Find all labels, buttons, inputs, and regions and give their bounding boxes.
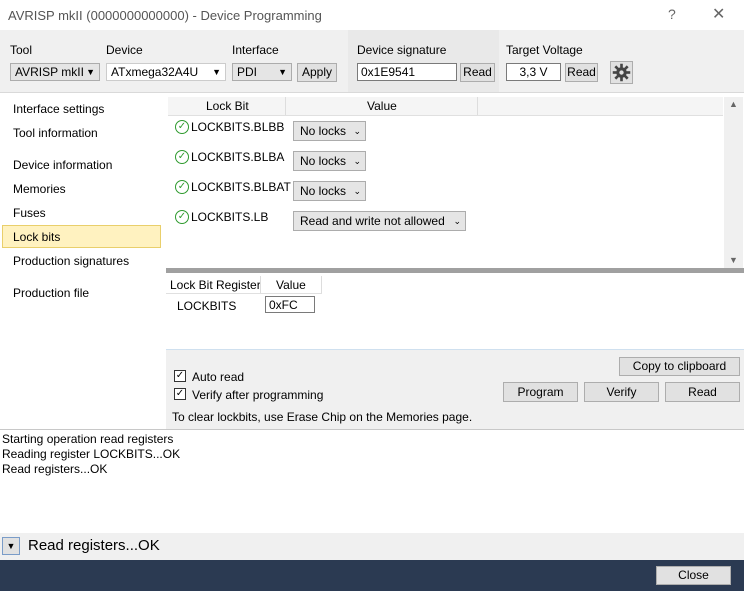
lockbits-grid-header: Lock Bit Value [168, 97, 723, 116]
chevron-down-icon: ⌄ [353, 186, 361, 196]
col-register: Lock Bit Register [170, 278, 261, 292]
signature-field[interactable]: 0x1E9541 [357, 63, 457, 81]
register-grid-header: Lock Bit Register Value [166, 276, 322, 294]
footer-bar: Close [0, 560, 744, 591]
chevron-down-icon: ▼ [86, 67, 95, 77]
device-select[interactable]: ATxmega32A4U ▼ [106, 63, 226, 81]
lockbit-name: LOCKBITS.BLBA [191, 150, 285, 164]
register-value-field[interactable]: 0xFC [265, 296, 315, 313]
tool-select[interactable]: AVRISP mkII ▼ [10, 63, 100, 81]
scroll-down-icon[interactable]: ▼ [729, 255, 738, 265]
log-line: Reading register LOCKBITS...OK [2, 447, 181, 461]
sidebar-item-device-information[interactable]: Device information [13, 158, 112, 172]
status-text: Read registers...OK [28, 537, 160, 554]
column-divider [260, 276, 261, 293]
sidebar-item-tool-information[interactable]: Tool information [13, 126, 98, 140]
sidebar-item-fuses[interactable]: Fuses [13, 206, 46, 220]
signature-group [348, 30, 499, 92]
lockbit-value-select[interactable]: No locks ⌄ [293, 151, 366, 171]
lockbit-value: Read and write not allowed [300, 214, 445, 228]
check-ok-icon: ✓ [175, 120, 189, 134]
verify-after-checkbox[interactable]: ✓ [174, 388, 186, 400]
interface-select[interactable]: PDI ▼ [232, 63, 292, 81]
sidebar-item-production-file[interactable]: Production file [13, 286, 89, 300]
sidebar-item-lock-bits[interactable]: Lock bits [13, 230, 60, 244]
verify-after-label: Verify after programming [192, 388, 324, 402]
log-line: Starting operation read registers [2, 432, 174, 446]
read-button[interactable]: Read [665, 382, 740, 402]
chevron-down-icon: ⌄ [353, 156, 361, 166]
copy-to-clipboard-button[interactable]: Copy to clipboard [619, 357, 740, 376]
hint-text: To clear lockbits, use Erase Chip on the… [172, 410, 473, 424]
gear-icon [612, 63, 631, 82]
check-ok-icon: ✓ [175, 150, 189, 164]
interface-select-value: PDI [237, 65, 258, 79]
settings-button[interactable] [610, 61, 633, 84]
lockbit-value-select[interactable]: No locks ⌄ [293, 181, 366, 201]
program-button[interactable]: Program [503, 382, 578, 402]
help-icon[interactable]: ? [668, 6, 676, 22]
device-select-value: ATxmega32A4U [111, 65, 199, 79]
lockbit-value: No locks [300, 124, 347, 138]
lockbit-value-select[interactable]: Read and write not allowed ⌄ [293, 211, 466, 231]
chevron-down-icon: ⌄ [453, 216, 461, 226]
close-button[interactable]: Close [656, 566, 731, 585]
sidebar-item-production-signatures[interactable]: Production signatures [13, 254, 129, 268]
log-line: Read registers...OK [2, 462, 108, 476]
column-divider [477, 97, 478, 115]
lockbit-value-select[interactable]: No locks ⌄ [293, 121, 366, 141]
lockbit-value: No locks [300, 184, 347, 198]
interface-label: Interface [232, 43, 279, 57]
lockbits-scrollbar[interactable]: ▲ ▼ [724, 97, 743, 269]
toolbar: Tool AVRISP mkII ▼ Device ATxmega32A4U ▼… [0, 30, 744, 93]
register-name: LOCKBITS [177, 299, 237, 313]
sidebar-item-interface-settings[interactable]: Interface settings [13, 102, 104, 116]
signature-label: Device signature [357, 43, 447, 57]
title-bar: AVRISP mkII (0000000000000) - Device Pro… [0, 0, 744, 30]
signature-read-button[interactable]: Read [460, 63, 495, 82]
expand-log-button[interactable]: ▼ [2, 537, 20, 555]
log-output[interactable]: Starting operation read registers Readin… [0, 429, 744, 534]
scroll-up-icon[interactable]: ▲ [729, 99, 738, 109]
voltage-field[interactable]: 3,3 V [506, 63, 561, 81]
status-bar: ▼ Read registers...OK [0, 533, 744, 560]
chevron-down-icon: ▼ [6, 541, 16, 551]
lockbit-name: LOCKBITS.BLBAT [191, 180, 291, 194]
apply-button[interactable]: Apply [297, 63, 337, 82]
column-divider [321, 276, 322, 293]
chevron-down-icon: ▼ [278, 67, 287, 77]
column-divider [285, 97, 286, 115]
check-ok-icon: ✓ [175, 180, 189, 194]
tool-label: Tool [10, 43, 33, 57]
lockbit-name: LOCKBITS.LB [191, 210, 269, 224]
col-value: Value [367, 99, 397, 113]
col-register-value: Value [276, 278, 306, 292]
auto-read-label: Auto read [192, 370, 245, 384]
chevron-down-icon: ▼ [212, 67, 221, 77]
col-lockbit: Lock Bit [206, 99, 249, 113]
sidebar-item-memories[interactable]: Memories [13, 182, 66, 196]
close-window-icon[interactable]: ✕ [712, 4, 725, 24]
chevron-down-icon: ⌄ [353, 126, 361, 136]
auto-read-checkbox[interactable]: ✓ [174, 370, 186, 382]
verify-button[interactable]: Verify [584, 382, 659, 402]
check-ok-icon: ✓ [175, 210, 189, 224]
voltage-label: Target Voltage [506, 43, 583, 57]
lockbit-name: LOCKBITS.BLBB [191, 120, 285, 134]
lockbit-value: No locks [300, 154, 347, 168]
device-label: Device [106, 43, 143, 57]
voltage-read-button[interactable]: Read [565, 63, 598, 82]
tool-select-value: AVRISP mkII [15, 65, 84, 79]
window-title: AVRISP mkII (0000000000000) - Device Pro… [8, 8, 322, 23]
